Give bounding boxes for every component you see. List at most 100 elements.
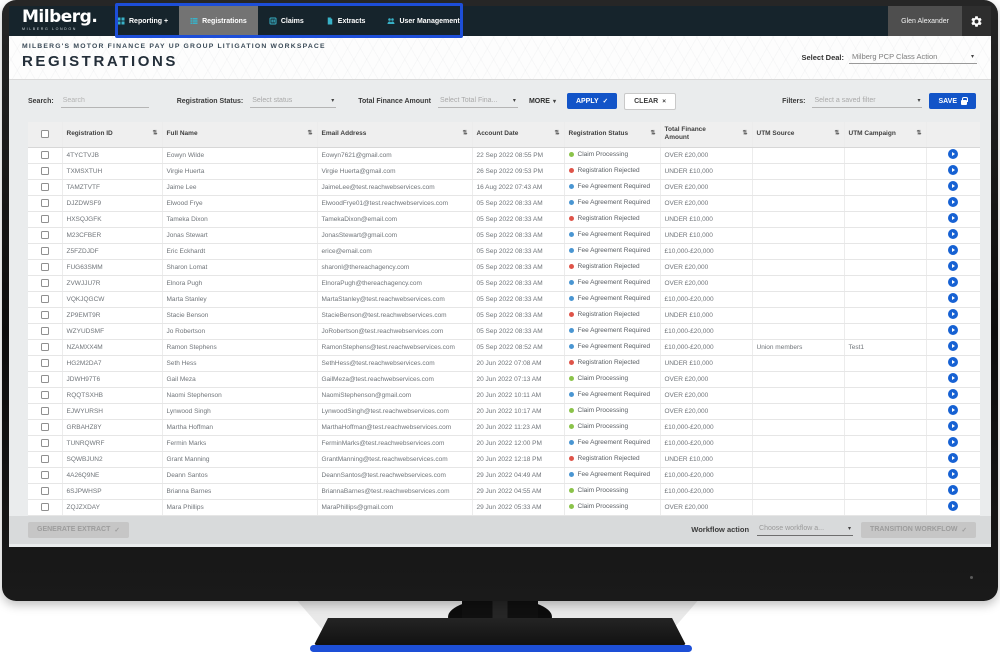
row-detail-play-button[interactable]: [948, 261, 958, 271]
search-input[interactable]: [61, 95, 149, 108]
row-detail-play-button[interactable]: [948, 229, 958, 239]
sort-icon[interactable]: ⇅: [554, 131, 559, 139]
saved-filter-select[interactable]: Select a saved filter ▾: [812, 95, 922, 108]
row-detail-play-button[interactable]: [948, 485, 958, 495]
cell-email: sharonl@thereachagency.com: [317, 259, 472, 275]
cell-total-finance-amount: OVER £20,000: [660, 259, 752, 275]
close-icon: ×: [662, 98, 666, 105]
clear-button[interactable]: CLEAR ×: [624, 93, 676, 110]
row-checkbox[interactable]: [41, 455, 49, 463]
row-checkbox[interactable]: [41, 311, 49, 319]
sort-icon[interactable]: ⇅: [834, 131, 839, 139]
sort-icon[interactable]: ⇅: [462, 131, 467, 139]
cell-email: RamonStephens@test.reachwebservices.com: [317, 339, 472, 355]
row-checkbox[interactable]: [41, 295, 49, 303]
row-checkbox[interactable]: [41, 231, 49, 239]
clear-label: CLEAR: [634, 98, 658, 105]
nav-tab-user-management[interactable]: User Management: [376, 6, 470, 36]
row-checkbox[interactable]: [41, 151, 49, 159]
row-checkbox[interactable]: [41, 167, 49, 175]
cell-full-name: Martha Hoffman: [162, 419, 317, 435]
row-detail-play-button[interactable]: [948, 277, 958, 287]
column-header-utm-source: UTM Source⇅: [752, 122, 844, 147]
sort-icon[interactable]: ⇅: [916, 131, 921, 139]
row-detail-play-button[interactable]: [948, 469, 958, 479]
row-checkbox[interactable]: [41, 407, 49, 415]
row-detail-play-button[interactable]: [948, 325, 958, 335]
nav-tab-label: User Management: [399, 18, 459, 25]
transition-workflow-button[interactable]: TRANSITION WORKFLOW ✓: [861, 522, 976, 538]
row-detail-play-button[interactable]: [948, 309, 958, 319]
row-detail-play-button[interactable]: [948, 405, 958, 415]
row-checkbox[interactable]: [41, 423, 49, 431]
row-checkbox[interactable]: [41, 391, 49, 399]
table-row: WZYUDSMF Jo Robertson JoRobertson@test.r…: [28, 323, 980, 339]
row-checkbox[interactable]: [41, 439, 49, 447]
row-detail-play-button[interactable]: [948, 421, 958, 431]
row-detail-play-button[interactable]: [948, 245, 958, 255]
row-detail-play-button[interactable]: [948, 373, 958, 383]
cell-utm-source: [752, 483, 844, 499]
cell-total-finance-amount: OVER £20,000: [660, 371, 752, 387]
row-checkbox[interactable]: [41, 375, 49, 383]
row-detail-play-button[interactable]: [948, 197, 958, 207]
row-detail-play-button[interactable]: [948, 293, 958, 303]
settings-button[interactable]: [962, 6, 991, 36]
row-detail-play-button[interactable]: [948, 341, 958, 351]
cell-utm-campaign: [844, 467, 926, 483]
row-detail-play-button[interactable]: [948, 357, 958, 367]
cell-full-name: Marta Stanley: [162, 291, 317, 307]
cell-full-name: Mara Phillips: [162, 499, 317, 515]
nav-tab-registrations[interactable]: Registrations: [179, 6, 258, 36]
generate-extract-button[interactable]: GENERATE EXTRACT ✓: [28, 522, 129, 538]
row-checkbox[interactable]: [41, 471, 49, 479]
row-detail-play-button[interactable]: [948, 181, 958, 191]
save-filter-button[interactable]: SAVE: [929, 93, 976, 109]
row-checkbox[interactable]: [41, 327, 49, 335]
cell-full-name: Tameka Dixon: [162, 211, 317, 227]
row-detail-play-button[interactable]: [948, 213, 958, 223]
chevron-down-icon: ▾: [553, 98, 556, 105]
row-detail-play-button[interactable]: [948, 389, 958, 399]
column-header-registration-id: Registration ID⇅: [62, 122, 162, 147]
row-checkbox[interactable]: [41, 487, 49, 495]
row-detail-play-button[interactable]: [948, 437, 958, 447]
row-checkbox[interactable]: [41, 279, 49, 287]
cell-utm-source: [752, 259, 844, 275]
select-deal-dropdown[interactable]: Milberg PCP Class Action ▾: [849, 51, 977, 64]
cell-utm-campaign: [844, 387, 926, 403]
sort-icon[interactable]: ⇅: [307, 131, 312, 139]
user-menu[interactable]: Glen Alexander: [888, 6, 962, 36]
row-detail-play-button[interactable]: [948, 149, 958, 159]
sort-icon[interactable]: ⇅: [152, 131, 157, 139]
row-checkbox[interactable]: [41, 343, 49, 351]
cell-total-finance-amount: UNDER £10,000: [660, 211, 752, 227]
row-checkbox[interactable]: [41, 215, 49, 223]
row-checkbox[interactable]: [41, 183, 49, 191]
registration-status-select[interactable]: Select status ▾: [250, 95, 336, 108]
nav-tab-extracts[interactable]: Extracts: [315, 6, 377, 36]
row-detail-play-button[interactable]: [948, 453, 958, 463]
row-checkbox[interactable]: [41, 503, 49, 511]
row-detail-play-button[interactable]: [948, 501, 958, 511]
workflow-action-select[interactable]: Choose workflow a... ▾: [757, 523, 853, 536]
row-checkbox[interactable]: [41, 247, 49, 255]
more-filters-button[interactable]: MORE ▾: [529, 98, 556, 105]
cell-registration-id: VQKJQGCW: [62, 291, 162, 307]
nav-tab-claims[interactable]: Claims: [258, 6, 315, 36]
sort-icon[interactable]: ⇅: [742, 131, 747, 139]
cell-full-name: Fermin Marks: [162, 435, 317, 451]
cell-registration-status: Registration Rejected: [564, 211, 660, 227]
apply-button[interactable]: APPLY ✓: [567, 93, 617, 109]
row-checkbox[interactable]: [41, 359, 49, 367]
row-checkbox[interactable]: [41, 199, 49, 207]
total-finance-amount-select[interactable]: Select Total Fina... ▾: [438, 95, 518, 108]
row-checkbox[interactable]: [41, 263, 49, 271]
nav-tab-reporting[interactable]: Reporting +: [106, 6, 179, 36]
select-all-checkbox[interactable]: [41, 130, 49, 138]
cell-registration-id: ZVWJJU7R: [62, 275, 162, 291]
table-row: M23CFBER Jonas Stewart JonasStewart@gmai…: [28, 227, 980, 243]
sort-icon[interactable]: ⇅: [650, 131, 655, 139]
cell-total-finance-amount: OVER £20,000: [660, 499, 752, 515]
row-detail-play-button[interactable]: [948, 165, 958, 175]
